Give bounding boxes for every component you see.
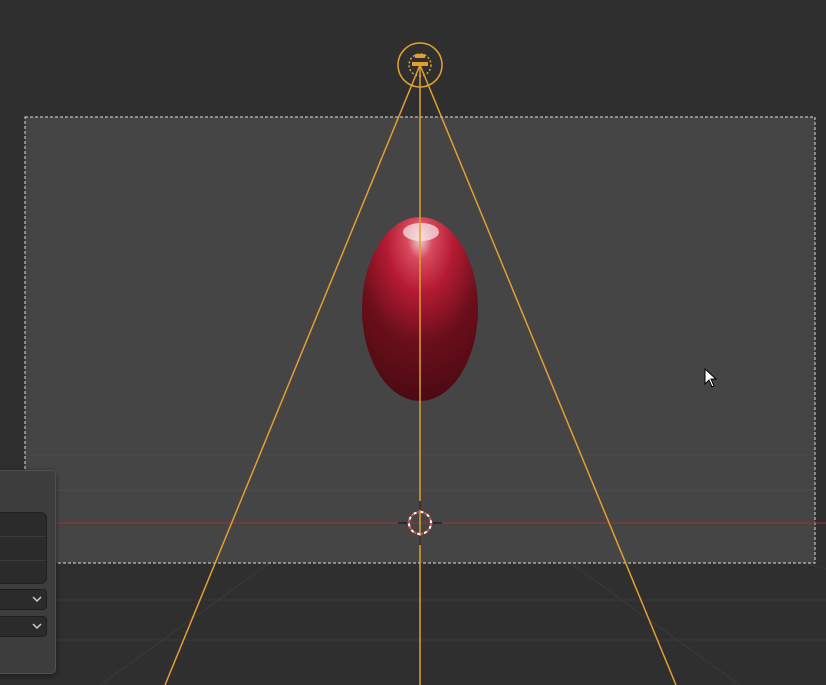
chevron-down-icon — [32, 596, 42, 603]
dropdown-1[interactable] — [0, 589, 47, 610]
operator-panel[interactable]: d — [0, 470, 56, 674]
dropdown-2[interactable] — [0, 616, 47, 637]
viewport-scene[interactable] — [0, 0, 826, 685]
3d-viewport[interactable]: d — [0, 0, 826, 685]
field-row[interactable] — [0, 561, 46, 585]
egg-highlight — [403, 223, 439, 241]
field-row[interactable] — [0, 537, 46, 561]
chevron-down-icon — [32, 623, 42, 630]
arrow-cursor-icon — [704, 368, 718, 388]
field-stack[interactable] — [0, 512, 47, 584]
field-row[interactable] — [0, 513, 46, 537]
